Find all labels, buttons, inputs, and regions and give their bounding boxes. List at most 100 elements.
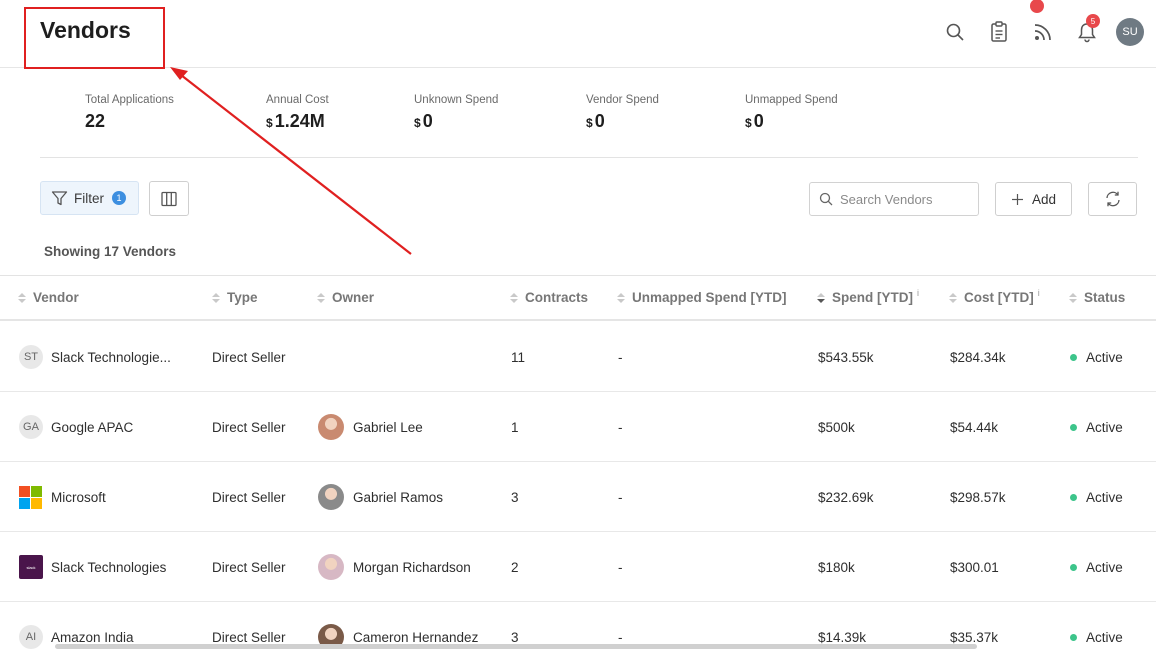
- stat-value-number: 0: [594, 111, 605, 131]
- stat-label: Unknown Spend: [414, 94, 499, 106]
- vendor-name[interactable]: Microsoft: [51, 490, 106, 505]
- refresh-icon: [1105, 191, 1120, 207]
- column-header-unmapped-spend[interactable]: Unmapped Spend [YTD]: [617, 276, 787, 319]
- columns-toggle-button[interactable]: [149, 181, 189, 216]
- column-header-contracts[interactable]: Contracts: [510, 276, 588, 319]
- cost-cell: $54.44k: [950, 419, 999, 435]
- stat-value-number: 1.24M: [274, 111, 325, 131]
- status-label: Active: [1086, 489, 1123, 505]
- bell-icon[interactable]: 5: [1072, 14, 1102, 47]
- sort-icon: [212, 292, 220, 303]
- contracts-cell[interactable]: 3: [511, 602, 519, 649]
- stat-currency: $: [266, 116, 273, 130]
- horizontal-scrollbar[interactable]: [55, 644, 977, 649]
- add-vendor-button[interactable]: Add: [995, 182, 1072, 216]
- owner-cell: Gabriel Lee: [318, 392, 423, 462]
- filter-button[interactable]: Filter 1: [40, 181, 139, 215]
- owner-name[interactable]: Gabriel Ramos: [353, 490, 443, 505]
- column-header-status[interactable]: Status: [1069, 276, 1125, 319]
- stat-currency: $: [586, 116, 593, 130]
- sort-icon: [1069, 292, 1077, 303]
- add-label: Add: [1031, 191, 1057, 207]
- column-header-spend[interactable]: Spend [YTD] i: [817, 276, 919, 319]
- annotation-highlight-box: [24, 7, 165, 69]
- sort-icon: [317, 292, 325, 303]
- owner-cell: Cameron Hernandez: [318, 602, 478, 649]
- vendor-initials-avatar: ST: [19, 345, 43, 369]
- table-row[interactable]: GA Google APAC Direct Seller Gabriel Lee 1 - $…: [0, 392, 1156, 462]
- column-header-label: Owner: [332, 290, 375, 305]
- unmapped-spend-cell: -: [618, 419, 623, 435]
- owner-cell: Morgan Richardson: [318, 532, 471, 602]
- column-header-owner[interactable]: Owner: [317, 276, 374, 319]
- status-dot: [1070, 563, 1077, 571]
- vendor-name[interactable]: Amazon India: [51, 630, 134, 645]
- table-row[interactable]: AI Amazon India Direct Seller Cameron Herna…: [0, 602, 1156, 649]
- vendor-initials-avatar: AI: [19, 625, 43, 649]
- stat-total-applications: Total Applications 22: [85, 94, 174, 132]
- status-label: Active: [1086, 559, 1123, 575]
- owner-name[interactable]: Morgan Richardson: [353, 560, 471, 575]
- table-row[interactable]: ST Slack Technologie... Direct Seller 11 - $5…: [0, 322, 1156, 392]
- status-label: Active: [1086, 629, 1123, 645]
- unmapped-spend-cell: -: [618, 629, 623, 645]
- status-cell: Active: [1070, 532, 1123, 602]
- stat-label: Annual Cost: [266, 94, 329, 106]
- stat-value: $0: [745, 111, 838, 132]
- owner-name[interactable]: Cameron Hernandez: [353, 630, 478, 645]
- spend-cell: $500k: [818, 419, 855, 435]
- search-icon[interactable]: [940, 17, 970, 47]
- search-vendors-field[interactable]: [809, 182, 979, 216]
- contracts-cell[interactable]: 2: [511, 532, 519, 602]
- info-icon[interactable]: i: [1038, 288, 1040, 298]
- owner-name[interactable]: Gabriel Lee: [353, 420, 423, 435]
- vendor-cell[interactable]: ST Slack Technologie...: [19, 322, 171, 392]
- sort-icon: [617, 292, 625, 303]
- rss-icon[interactable]: [1028, 0, 1058, 47]
- status-label: Active: [1086, 419, 1123, 435]
- stat-value-number: 0: [753, 111, 764, 131]
- column-header-label: Spend [YTD]: [832, 290, 913, 305]
- notification-badge: 5: [1086, 14, 1100, 28]
- sort-icon: [510, 292, 518, 303]
- info-icon[interactable]: i: [917, 288, 919, 298]
- vendor-cell[interactable]: slack Slack Technologies: [19, 532, 166, 602]
- status-cell: Active: [1070, 392, 1123, 462]
- table-header: Vendor Type Owner Contracts Unmapped Spe…: [0, 276, 1156, 321]
- column-header-vendor[interactable]: Vendor: [18, 276, 79, 319]
- vendor-cell[interactable]: AI Amazon India: [19, 602, 134, 649]
- column-header-label: Contracts: [525, 290, 589, 305]
- status-cell: Active: [1070, 322, 1123, 392]
- type-cell: Direct Seller: [212, 629, 286, 645]
- table-row[interactable]: Microsoft Direct Seller Gabriel Ramos 3 - $23…: [0, 462, 1156, 532]
- contracts-cell[interactable]: 1: [511, 392, 519, 462]
- filter-icon: [51, 190, 68, 205]
- spend-cell: $232.69k: [818, 489, 874, 505]
- status-dot: [1070, 423, 1077, 431]
- column-header-type[interactable]: Type: [212, 276, 258, 319]
- stat-unmapped-spend: Unmapped Spend $0: [745, 94, 838, 132]
- contracts-cell[interactable]: 3: [511, 462, 519, 532]
- filter-count-badge: 1: [112, 191, 126, 205]
- filter-label: Filter: [74, 190, 104, 206]
- user-avatar[interactable]: SU: [1116, 18, 1144, 46]
- vendor-name[interactable]: Slack Technologies: [51, 560, 166, 575]
- search-vendors-input[interactable]: [840, 191, 970, 207]
- refresh-button[interactable]: [1088, 182, 1137, 216]
- owner-avatar: [318, 554, 344, 580]
- vendor-name[interactable]: Slack Technologie...: [51, 350, 171, 365]
- clipboard-icon[interactable]: [984, 17, 1014, 47]
- spend-cell: $14.39k: [818, 629, 867, 645]
- search-icon: [819, 192, 833, 206]
- status-cell: Active: [1070, 462, 1123, 532]
- table-row[interactable]: slack Slack Technologies Direct Seller Morg…: [0, 532, 1156, 602]
- sort-icon: [18, 292, 26, 303]
- vendor-name[interactable]: Google APAC: [51, 420, 133, 435]
- status-dot: [1070, 493, 1077, 501]
- column-header-cost[interactable]: Cost [YTD] i: [949, 276, 1040, 319]
- cost-cell: $300.01: [950, 559, 999, 575]
- vendor-cell[interactable]: Microsoft: [19, 462, 106, 532]
- contracts-cell[interactable]: 11: [511, 322, 525, 392]
- unmapped-spend-cell: -: [618, 489, 623, 505]
- vendor-cell[interactable]: GA Google APAC: [19, 392, 133, 462]
